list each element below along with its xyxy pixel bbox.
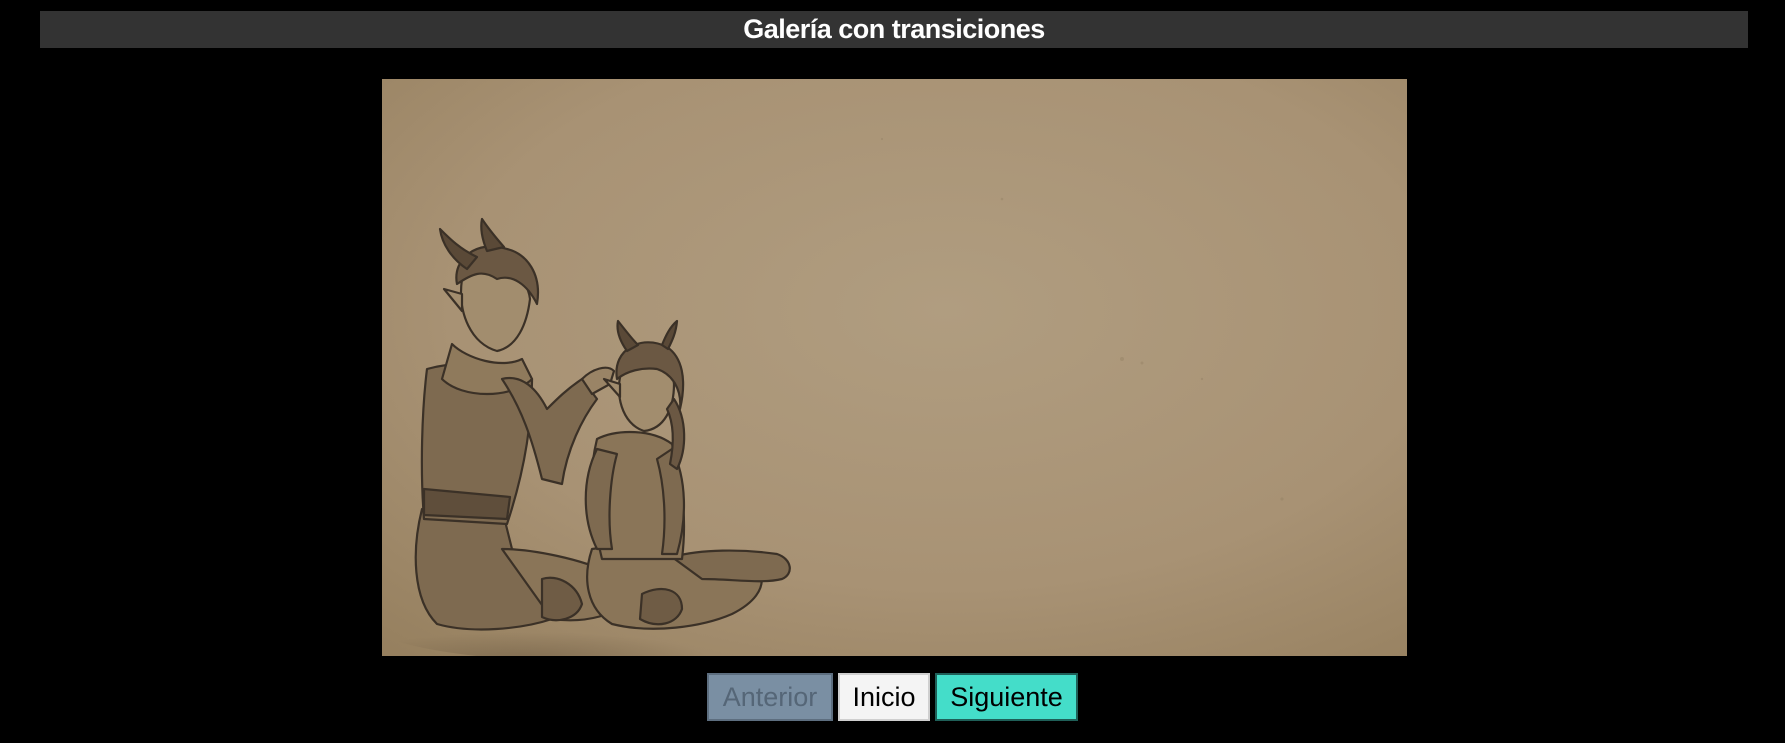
gallery-illustration [382, 79, 1407, 656]
gallery-page: Galería con transiciones Anterior Inicio… [0, 0, 1785, 743]
page-title: Galería con transiciones [743, 14, 1045, 44]
previous-button[interactable]: Anterior [707, 673, 833, 721]
gallery-image [382, 79, 1407, 656]
next-button[interactable]: Siguiente [935, 673, 1078, 721]
title-bar: Galería con transiciones [40, 11, 1748, 48]
gallery-controls: Anterior Inicio Siguiente [0, 673, 1785, 721]
home-button[interactable]: Inicio [838, 673, 930, 721]
